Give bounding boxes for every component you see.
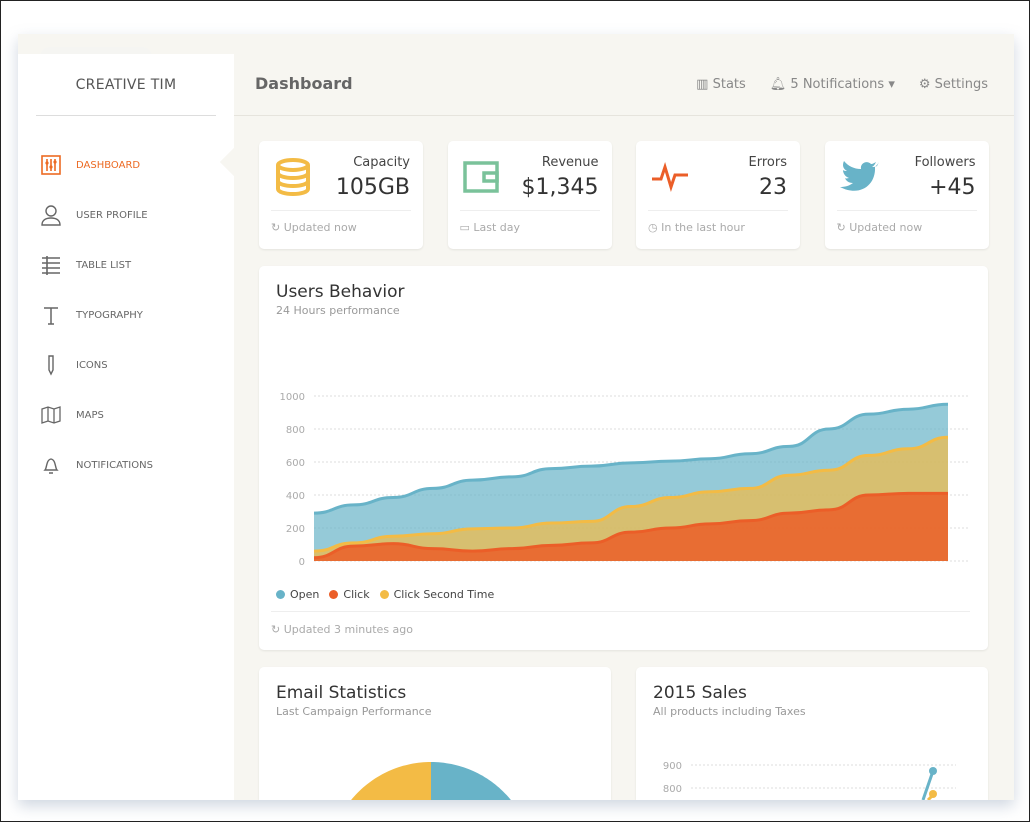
wallet-icon <box>462 161 499 193</box>
calendar-icon: ▭ <box>459 221 474 234</box>
chart-icon: ▥ <box>696 77 713 92</box>
legend-item: Click <box>329 588 370 601</box>
pulse-icon <box>652 162 688 192</box>
stat-card-errors: Errors 23 ◷ In the last hour <box>636 141 800 249</box>
stat-label: Capacity <box>353 155 410 170</box>
sidebar-item-label: DASHBOARD <box>76 159 141 171</box>
legend-item: Open <box>276 588 319 601</box>
brand-logo[interactable]: CREATIVE TIM <box>36 54 216 116</box>
stat-footer: ◷ In the last hour <box>648 221 745 234</box>
sales-line-chart: 900 800 <box>663 761 956 800</box>
y-tick-label: 900 <box>663 761 682 772</box>
sidebar-item-label: MAPS <box>76 409 104 421</box>
pie-slice <box>431 762 511 800</box>
stats-link[interactable]: ▥ Stats <box>696 77 746 92</box>
settings-link[interactable]: ⚙ Settings <box>919 77 988 92</box>
stat-footer: ↻ Updated now <box>271 221 357 234</box>
sidebar-item-maps[interactable]: MAPS <box>18 390 234 440</box>
stat-footer: ▭ Last day <box>459 221 521 234</box>
chart-footer: ↻ Updated 3 minutes ago <box>271 623 414 636</box>
text-icon <box>44 307 58 325</box>
stat-label: Followers <box>914 155 976 170</box>
users-behavior-card: Users Behavior 24 Hours performance 0 200… <box>259 266 988 650</box>
y-tick-label: 200 <box>286 524 305 535</box>
sidebar-item-label: TYPOGRAPHY <box>76 309 143 321</box>
refresh-icon: ↻ <box>271 623 284 636</box>
bell-icon: 🔔︎ <box>769 77 791 92</box>
sidebar-item-typography[interactable]: TYPOGRAPHY <box>18 290 234 340</box>
top-navbar: Dashboard ▥ Stats 🔔︎ 5 Notifications ▾ ⚙… <box>234 54 1014 116</box>
stat-value: 105GB <box>335 175 410 200</box>
app-window: CREATIVE TIM DASHBOARD USER PROFILE TABLE … <box>18 34 1014 800</box>
stat-label: Errors <box>748 155 787 170</box>
sidebar-item-icons[interactable]: ICONS <box>18 340 234 390</box>
refresh-icon: ↻ <box>271 221 284 234</box>
email-statistics-card: Email Statistics Last Campaign Performan… <box>259 667 611 800</box>
refresh-icon: ↻ <box>836 221 850 234</box>
sidebar-item-label: NOTIFICATIONS <box>76 459 153 471</box>
stat-value: 23 <box>759 175 787 200</box>
sidebar-nav: DASHBOARD USER PROFILE TABLE LIST TYPOGRAPH… <box>18 140 234 490</box>
twitter-icon <box>839 161 879 191</box>
sidebar: CREATIVE TIM DASHBOARD USER PROFILE TABLE … <box>18 54 234 800</box>
y-tick-label: 1000 <box>280 392 305 403</box>
stat-card-capacity: Capacity 105GB ↻ Updated now <box>259 141 423 249</box>
notifications-dropdown[interactable]: 🔔︎ 5 Notifications ▾ <box>770 77 895 92</box>
stat-label: Revenue <box>541 155 599 170</box>
pie-slice <box>351 762 431 800</box>
y-tick-label: 800 <box>663 784 682 795</box>
stat-value: +45 <box>929 175 976 200</box>
sidebar-item-label: ICONS <box>76 359 108 371</box>
y-tick-label: 400 <box>286 491 305 502</box>
y-tick-label: 600 <box>286 458 305 469</box>
stat-value: $1,345 <box>521 175 599 200</box>
y-tick-label: 800 <box>286 425 305 436</box>
sidebar-item-label: USER PROFILE <box>76 209 148 221</box>
sidebar-item-label: TABLE LIST <box>76 259 132 271</box>
sidebar-item-user-profile[interactable]: USER PROFILE <box>18 190 234 240</box>
bell-icon <box>43 458 59 474</box>
stat-footer: ↻ Updated now <box>836 221 923 234</box>
sales-card: 2015 Sales All products including Taxes … <box>636 667 988 800</box>
sidebar-item-dashboard[interactable]: DASHBOARD <box>18 140 234 190</box>
chart-legend: Open Click Click Second Time <box>276 588 494 601</box>
map-icon <box>41 406 61 424</box>
list-icon <box>42 256 60 275</box>
stat-card-revenue: Revenue $1,345 ▭ Last day <box>447 141 612 249</box>
stat-card-followers: Followers +45 ↻ Updated now <box>824 141 989 249</box>
user-icon <box>41 205 61 226</box>
y-tick-label: 0 <box>299 557 305 566</box>
database-icon <box>276 158 310 197</box>
clock-icon: ◷ <box>648 221 662 234</box>
users-behavior-chart: 020040060080010009:00AM12:00AM3:00PM6:00… <box>280 392 968 566</box>
gear-icon: ⚙ <box>918 77 935 92</box>
email-pie-chart <box>351 762 511 800</box>
page-title: Dashboard <box>255 74 353 93</box>
sidebar-item-notifications[interactable]: NOTIFICATIONS <box>18 440 234 490</box>
sliders-icon <box>41 155 61 175</box>
sidebar-item-table-list[interactable]: TABLE LIST <box>18 240 234 290</box>
legend-item: Click Second Time <box>379 588 494 601</box>
data-point <box>929 790 937 798</box>
data-point <box>929 767 937 775</box>
pencil-icon <box>48 355 54 376</box>
